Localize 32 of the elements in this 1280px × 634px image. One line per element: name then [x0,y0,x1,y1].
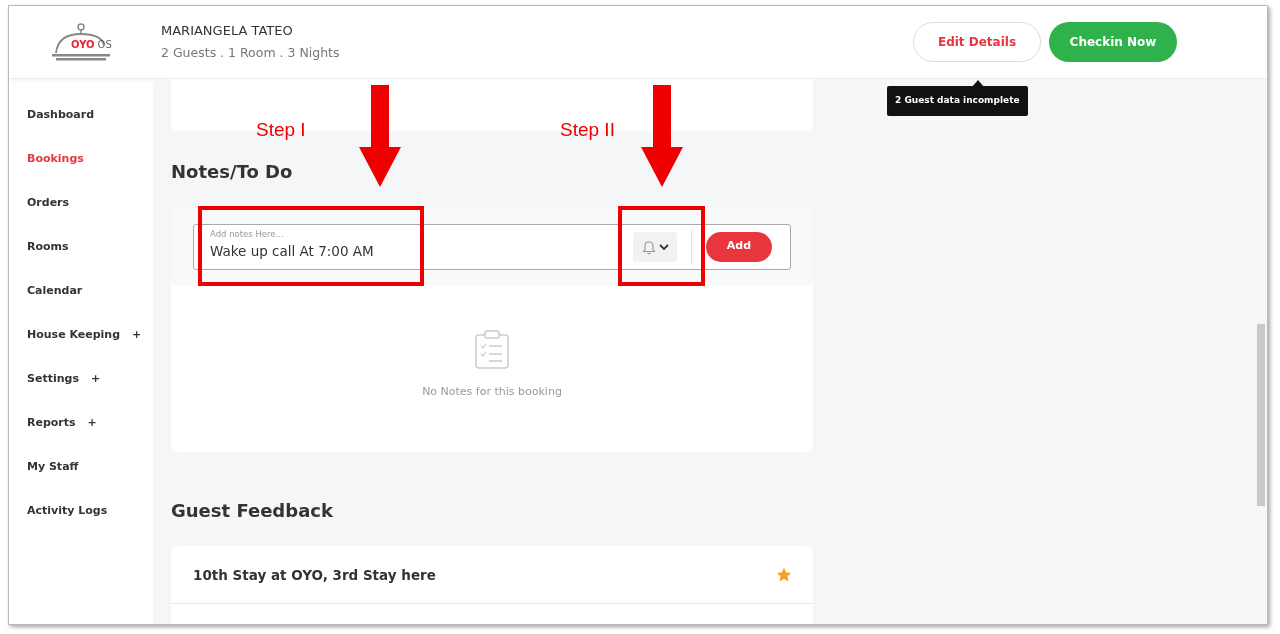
feedback-text: 10th Stay at OYO, 3rd Stay here [193,565,436,585]
sidebar-item[interactable]: Dashboard [9,93,153,137]
tooltip: 2 Guest data incomplete [887,86,1028,116]
scrollbar[interactable] [1257,324,1265,506]
expand-toggle[interactable]: + [90,370,101,388]
notes-input[interactable]: Add notes Here... Wake up call At 7:00 AM Add [193,223,791,270]
sidebar-item[interactable]: My Staff [9,445,153,489]
section-heading: Guest Feedback [171,499,334,522]
expand-toggle[interactable]: + [132,326,142,344]
add-button[interactable]: Add [706,231,772,262]
sidebar-item[interactable]: Settings + [9,357,153,401]
sidebar-item[interactable]: Rooms [9,225,153,269]
sidebar-item[interactable]: Calendar [9,269,153,313]
sidebar-item[interactable]: Bookings [9,137,153,181]
sidebar-item[interactable]: Orders [9,181,153,225]
step-label: Step II [560,118,615,142]
empty-message: No Notes for this booking [422,383,562,400]
edit-button[interactable]: Edit Details [913,22,1041,62]
bell-icon [641,238,656,255]
step-label: Step I [256,118,306,142]
guest-name: MARIANGELA TATEO [161,21,294,40]
sidebar-item[interactable]: House Keeping + [9,313,153,357]
sidebar-item[interactable]: Activity Logs [9,489,153,533]
clipboard-icon [474,329,510,370]
brand-suffix: OS [97,40,112,50]
brand-name: OYO [71,40,95,50]
reminder-dropdown[interactable] [633,231,677,262]
sidebar-item[interactable]: Reports + [9,401,153,445]
expand-toggle[interactable]: + [87,414,97,432]
booking-summary: 2 Guests . 1 Room . 3 Nights [161,44,341,63]
chevron-down-icon [658,242,669,251]
section-heading: Notes/To Do [171,161,294,183]
